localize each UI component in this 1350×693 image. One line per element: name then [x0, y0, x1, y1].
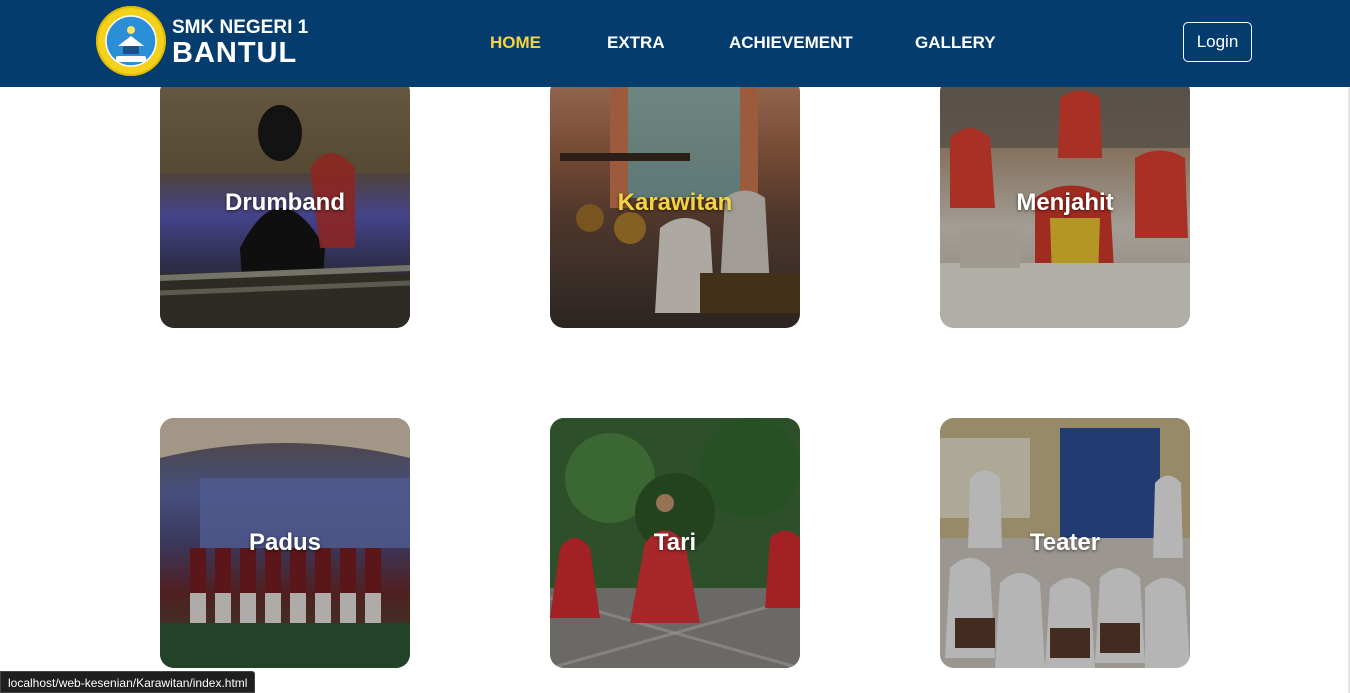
browser-status-url: localhost/web-kesenian/Karawitan/index.h…	[0, 671, 256, 693]
card-karawitan[interactable]: Karawitan	[550, 78, 800, 328]
card-label-teater: Teater	[1029, 529, 1101, 556]
login-button[interactable]: Login	[1183, 22, 1252, 62]
brand-line1: SMK NEGERI 1	[172, 17, 309, 38]
card-label-tari: Tari	[653, 529, 697, 556]
brand-line2: BANTUL	[172, 37, 298, 69]
card-label-menjahit: Menjahit	[1016, 189, 1114, 216]
card-label-drumband: Drumband	[225, 189, 345, 216]
nav-gallery[interactable]: GALLERY	[915, 33, 996, 53]
card-drumband[interactable]: Drumband	[160, 78, 410, 328]
card-label-padus: Padus	[248, 529, 322, 556]
card-padus[interactable]: Padus	[160, 418, 410, 668]
card-tari[interactable]: Tari	[550, 418, 800, 668]
card-menjahit[interactable]: Menjahit	[940, 78, 1190, 328]
card-label-karawitan: Karawitan	[617, 189, 733, 216]
school-emblem-icon	[96, 6, 166, 76]
top-navbar: SMK NEGERI 1 BANTUL HOME EXTRA ACHIEVEME…	[0, 0, 1350, 87]
card-teater[interactable]: Teater	[940, 418, 1190, 668]
school-logo[interactable]: SMK NEGERI 1 BANTUL	[96, 6, 308, 76]
nav-extra[interactable]: EXTRA	[607, 33, 665, 53]
nav-home[interactable]: HOME	[490, 33, 541, 53]
nav-achievement[interactable]: ACHIEVEMENT	[729, 33, 853, 53]
